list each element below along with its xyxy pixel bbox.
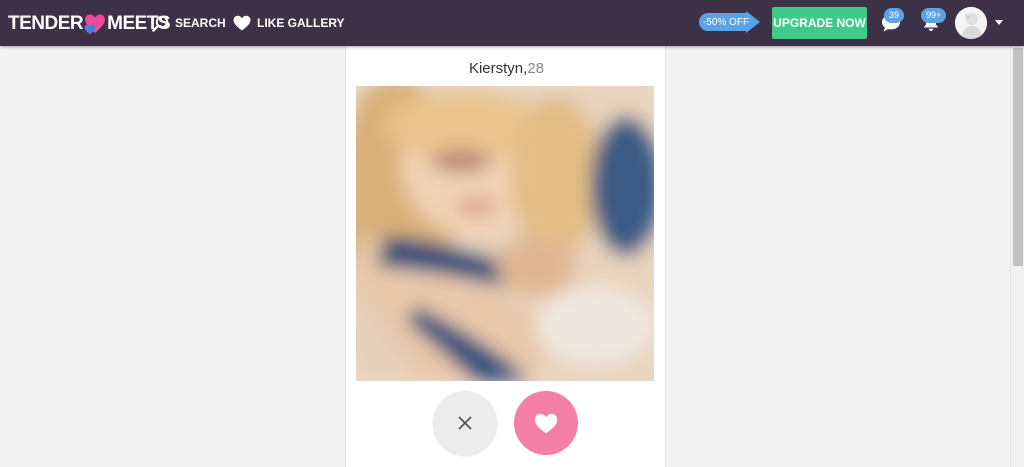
avatar-silhouette xyxy=(955,7,987,39)
close-icon xyxy=(458,416,472,430)
discount-label: -50% OFF xyxy=(702,16,750,28)
upgrade-now-button[interactable]: UPGRADE NOW xyxy=(772,7,867,39)
scrollbar-thumb[interactable] xyxy=(1013,48,1023,266)
discount-arrow-badge: -50% OFF xyxy=(697,11,761,33)
notifications-count-badge: 99+ xyxy=(921,8,947,23)
messages-count-badge: 39 xyxy=(884,8,905,23)
avatar[interactable] xyxy=(955,7,987,39)
profile-title: Kierstyn,28 xyxy=(346,60,667,77)
profile-card: Kierstyn,28 xyxy=(345,46,666,467)
blurred-photo-image xyxy=(356,86,654,381)
top-navigation-bar: TENDER MEETS SEARCH LIKE GALLERY -50% OF… xyxy=(0,0,1024,46)
like-button[interactable] xyxy=(514,391,578,455)
nav-search-link[interactable]: SEARCH xyxy=(152,14,226,32)
pass-button[interactable] xyxy=(433,391,497,455)
heart-icon xyxy=(233,15,251,31)
profile-age: 28 xyxy=(527,60,545,77)
nav-like-gallery-link[interactable]: LIKE GALLERY xyxy=(233,14,345,32)
profile-photo[interactable] xyxy=(356,86,654,381)
heart-icon xyxy=(534,413,558,433)
brand-logo[interactable]: TENDER MEETS xyxy=(8,13,171,35)
search-icon xyxy=(152,15,169,32)
profile-name: Kierstyn, xyxy=(468,60,528,77)
caret-down-icon[interactable] xyxy=(995,20,1003,26)
logo-text-left: TENDER xyxy=(8,13,84,34)
nav-like-gallery-label: LIKE GALLERY xyxy=(257,16,345,30)
nav-search-label: SEARCH xyxy=(175,16,226,30)
page-scrollbar[interactable] xyxy=(1010,46,1024,467)
logo-hearts-icon xyxy=(84,14,106,35)
